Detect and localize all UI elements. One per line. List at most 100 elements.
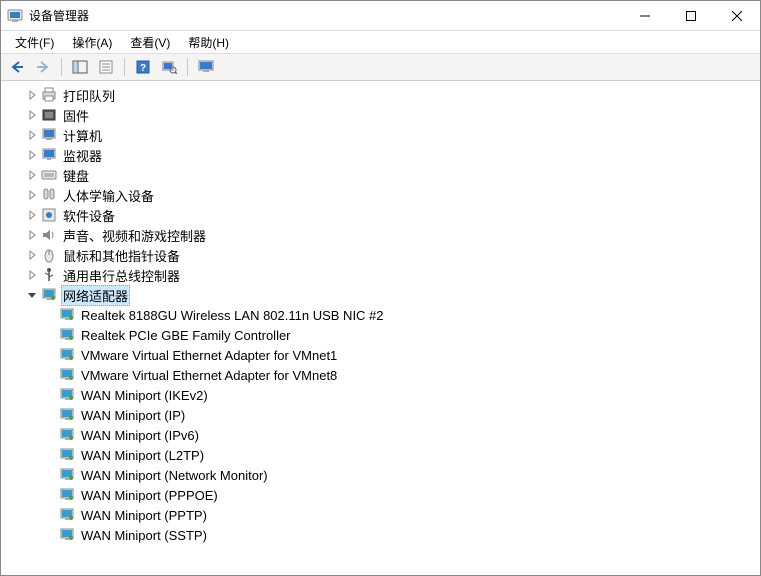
tree-child-label[interactable]: WAN Miniport (IPv6)	[79, 427, 201, 444]
computer-icon	[41, 127, 57, 143]
tree-node[interactable]: 固件	[9, 105, 760, 125]
tree-child-label[interactable]: VMware Virtual Ethernet Adapter for VMne…	[79, 347, 339, 364]
firmware-icon	[41, 107, 57, 123]
network-adapter-icon	[59, 447, 75, 463]
monitor-icon	[41, 147, 57, 163]
sound-icon	[41, 227, 57, 243]
app-icon	[7, 8, 23, 24]
tree-child-node[interactable]: VMware Virtual Ethernet Adapter for VMne…	[9, 365, 760, 385]
tree-node[interactable]: 监视器	[9, 145, 760, 165]
menu-help[interactable]: 帮助(H)	[180, 32, 237, 53]
chevron-right-icon[interactable]	[25, 148, 39, 162]
chevron-right-icon[interactable]	[25, 128, 39, 142]
chevron-right-icon[interactable]	[25, 248, 39, 262]
chevron-right-icon[interactable]	[25, 188, 39, 202]
tree-node-label[interactable]: 鼠标和其他指针设备	[61, 245, 182, 266]
tree-node-label[interactable]: 计算机	[61, 125, 104, 146]
tree-child-label[interactable]: WAN Miniport (IKEv2)	[79, 387, 210, 404]
network-adapter-icon	[59, 407, 75, 423]
tree-child-node[interactable]: WAN Miniport (SSTP)	[9, 525, 760, 545]
usb-icon	[41, 267, 57, 283]
tree-node-label[interactable]: 软件设备	[61, 205, 117, 226]
tree-child-node[interactable]: Realtek 8188GU Wireless LAN 802.11n USB …	[9, 305, 760, 325]
tree-child-label[interactable]: Realtek 8188GU Wireless LAN 802.11n USB …	[79, 307, 386, 324]
tree-child-label[interactable]: WAN Miniport (PPTP)	[79, 507, 209, 524]
toolbar-monitor-button[interactable]	[194, 56, 218, 78]
toolbar-properties-button[interactable]	[94, 56, 118, 78]
tree-node-label[interactable]: 固件	[61, 105, 91, 126]
network-adapter-icon	[59, 467, 75, 483]
tree-node-label[interactable]: 人体学输入设备	[61, 185, 156, 206]
tree-child-node[interactable]: WAN Miniport (L2TP)	[9, 445, 760, 465]
toolbar-separator	[187, 58, 188, 76]
menu-file[interactable]: 文件(F)	[7, 32, 62, 53]
tree-node[interactable]: 软件设备	[9, 205, 760, 225]
maximize-button[interactable]	[668, 1, 714, 31]
network-icon	[41, 287, 57, 303]
chevron-right-icon[interactable]	[25, 208, 39, 222]
tree-node-label[interactable]: 网络适配器	[61, 285, 130, 306]
tree-node[interactable]: 计算机	[9, 125, 760, 145]
network-adapter-icon	[59, 367, 75, 383]
tree-node-label[interactable]: 监视器	[61, 145, 104, 166]
device-tree[interactable]: 打印队列固件计算机监视器键盘人体学输入设备软件设备声音、视频和游戏控制器鼠标和其…	[1, 81, 760, 575]
tree-node-label[interactable]: 打印队列	[61, 85, 117, 106]
panel-icon	[72, 60, 88, 74]
back-icon	[9, 60, 25, 74]
tree-node[interactable]: 打印队列	[9, 85, 760, 105]
keyboard-icon	[41, 167, 57, 183]
tree-child-node[interactable]: WAN Miniport (IPv6)	[9, 425, 760, 445]
toolbar-help-button[interactable]: ?	[131, 56, 155, 78]
network-adapter-icon	[59, 427, 75, 443]
tree-node[interactable]: 人体学输入设备	[9, 185, 760, 205]
tree-node-label[interactable]: 键盘	[61, 165, 91, 186]
toolbar-separator	[124, 58, 125, 76]
svg-text:?: ?	[140, 63, 146, 74]
tree-child-label[interactable]: WAN Miniport (L2TP)	[79, 447, 206, 464]
chevron-right-icon[interactable]	[25, 228, 39, 242]
tree-child-label[interactable]: WAN Miniport (IP)	[79, 407, 187, 424]
chevron-right-icon[interactable]	[25, 108, 39, 122]
minimize-button[interactable]	[622, 1, 668, 31]
close-button[interactable]	[714, 1, 760, 31]
menu-action[interactable]: 操作(A)	[64, 32, 120, 53]
tree-node[interactable]: 网络适配器	[9, 285, 760, 305]
chevron-down-icon[interactable]	[25, 288, 39, 302]
tree-child-node[interactable]: WAN Miniport (PPTP)	[9, 505, 760, 525]
help-icon: ?	[136, 60, 150, 74]
scan-icon	[161, 60, 177, 74]
software-icon	[41, 207, 57, 223]
toolbar-show-hide-button[interactable]	[68, 56, 92, 78]
toolbar-forward-button[interactable]	[31, 56, 55, 78]
tree-node[interactable]: 通用串行总线控制器	[9, 265, 760, 285]
network-adapter-icon	[59, 327, 75, 343]
menu-view[interactable]: 查看(V)	[122, 32, 178, 53]
toolbar-scan-button[interactable]	[157, 56, 181, 78]
tree-node-label[interactable]: 通用串行总线控制器	[61, 265, 182, 286]
tree-child-node[interactable]: VMware Virtual Ethernet Adapter for VMne…	[9, 345, 760, 365]
tree-child-node[interactable]: Realtek PCIe GBE Family Controller	[9, 325, 760, 345]
network-adapter-icon	[59, 347, 75, 363]
title-bar: 设备管理器	[1, 1, 760, 31]
tree-node[interactable]: 鼠标和其他指针设备	[9, 245, 760, 265]
tree-child-label[interactable]: WAN Miniport (Network Monitor)	[79, 467, 270, 484]
tree-child-label[interactable]: VMware Virtual Ethernet Adapter for VMne…	[79, 367, 339, 384]
monitor-icon	[198, 60, 214, 74]
tree-child-node[interactable]: WAN Miniport (IP)	[9, 405, 760, 425]
network-adapter-icon	[59, 307, 75, 323]
tree-child-node[interactable]: WAN Miniport (IKEv2)	[9, 385, 760, 405]
chevron-right-icon[interactable]	[25, 168, 39, 182]
tree-child-label[interactable]: WAN Miniport (PPPOE)	[79, 487, 220, 504]
toolbar-separator	[61, 58, 62, 76]
chevron-right-icon[interactable]	[25, 268, 39, 282]
tree-node-label[interactable]: 声音、视频和游戏控制器	[61, 225, 208, 246]
tree-node[interactable]: 声音、视频和游戏控制器	[9, 225, 760, 245]
tree-child-label[interactable]: Realtek PCIe GBE Family Controller	[79, 327, 293, 344]
tree-node[interactable]: 键盘	[9, 165, 760, 185]
tree-child-node[interactable]: WAN Miniport (Network Monitor)	[9, 465, 760, 485]
tree-child-label[interactable]: WAN Miniport (SSTP)	[79, 527, 209, 544]
chevron-right-icon[interactable]	[25, 88, 39, 102]
toolbar-back-button[interactable]	[5, 56, 29, 78]
tree-child-node[interactable]: WAN Miniport (PPPOE)	[9, 485, 760, 505]
network-adapter-icon	[59, 507, 75, 523]
